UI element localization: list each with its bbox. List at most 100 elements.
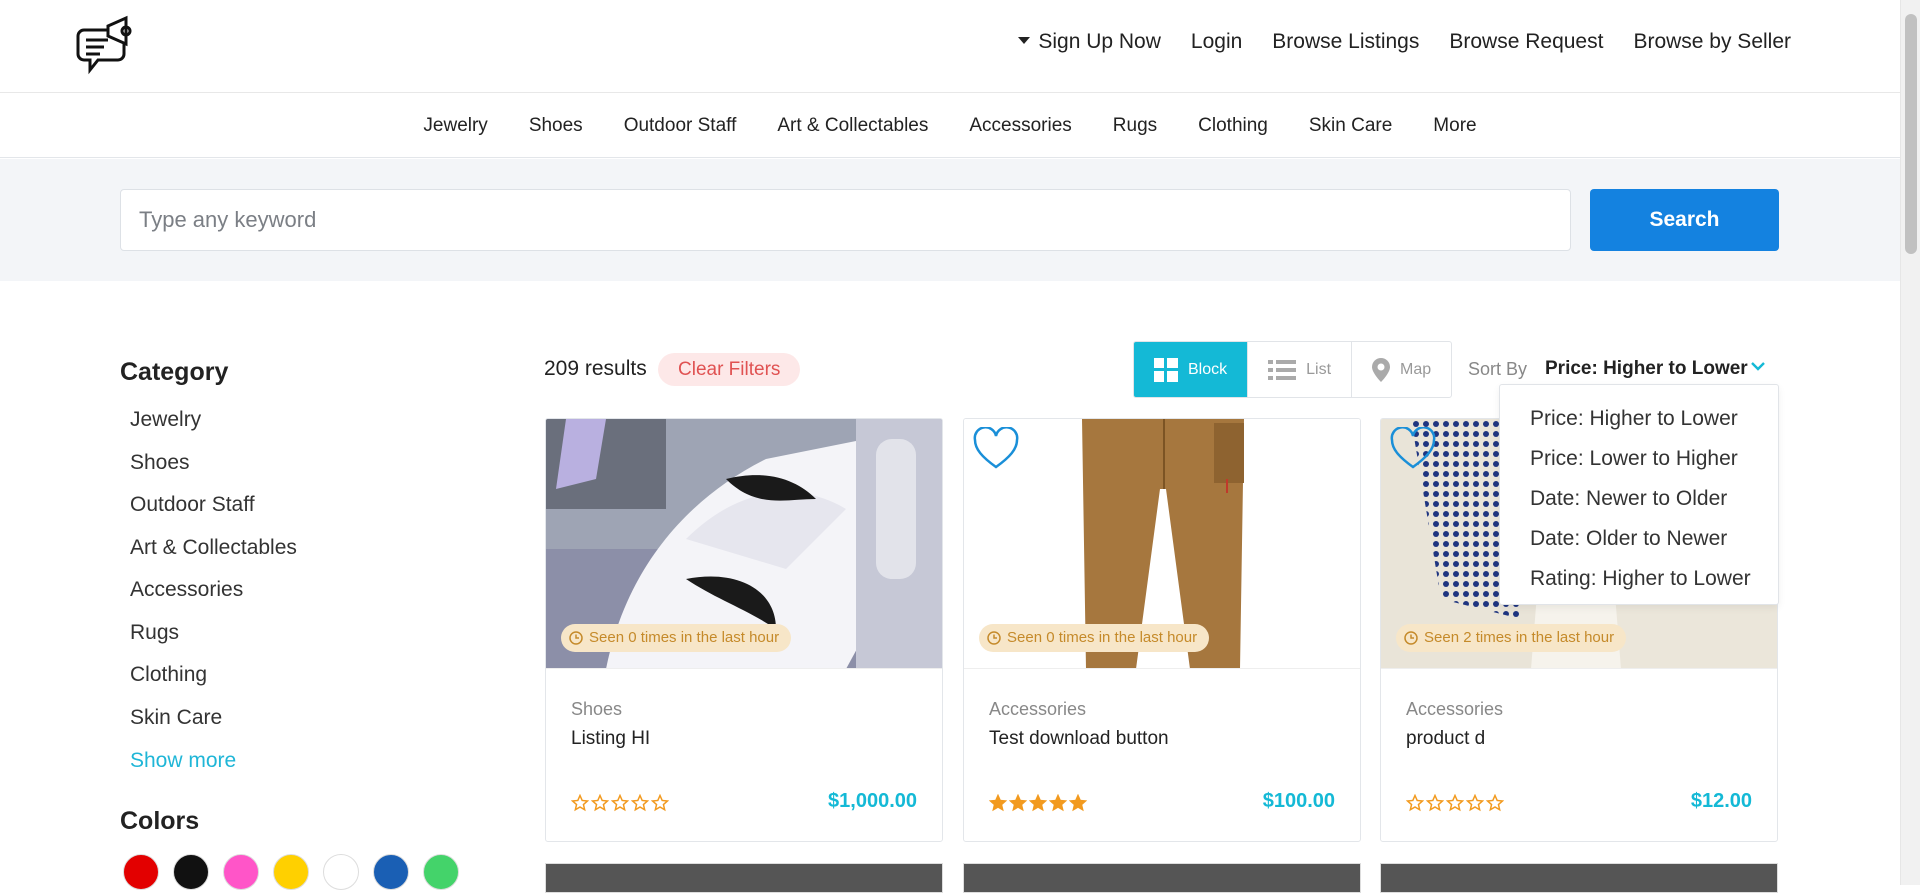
login-link[interactable]: Login xyxy=(1191,30,1242,54)
sort-option-date-old-new[interactable]: Date: Older to Newer xyxy=(1500,519,1778,559)
listing-price: $12.00 xyxy=(1690,790,1752,812)
category-item-rugs[interactable]: Rugs xyxy=(120,612,480,655)
sort-option-price-high-low[interactable]: Price: Higher to Lower xyxy=(1500,399,1778,439)
star-outline-icon xyxy=(1446,794,1464,812)
view-map-label: Map xyxy=(1400,360,1432,378)
caret-down-icon xyxy=(1018,37,1031,44)
category-heading: Category xyxy=(120,358,229,386)
sort-option-rating-high-low[interactable]: Rating: Higher to Lower xyxy=(1500,559,1778,599)
catbar-item-rugs[interactable]: Rugs xyxy=(1113,115,1157,137)
seen-badge: Seen 0 times in the last hour xyxy=(561,624,792,652)
catbar-item-jewelry[interactable]: Jewelry xyxy=(423,115,487,137)
list-icon xyxy=(1268,359,1297,380)
scrollbar-thumb[interactable] xyxy=(1905,14,1917,254)
grid-icon xyxy=(1154,357,1178,382)
listing-category: Accessories xyxy=(1406,699,1504,719)
search-button[interactable]: Search xyxy=(1590,189,1779,251)
browse-listings-link[interactable]: Browse Listings xyxy=(1272,30,1419,54)
listing-title[interactable]: Test download button xyxy=(989,728,1169,750)
category-item-outdoor-staff[interactable]: Outdoor Staff xyxy=(120,484,480,527)
category-list: Jewelry Shoes Outdoor Staff Art & Collec… xyxy=(120,399,480,739)
view-list-button[interactable]: List xyxy=(1248,342,1353,397)
star-outline-icon xyxy=(571,794,589,812)
catbar-item-outdoor-staff[interactable]: Outdoor Staff xyxy=(624,115,737,137)
listing-image[interactable]: Seen 0 times in the last hour xyxy=(546,419,942,669)
star-outline-icon xyxy=(1486,794,1504,812)
star-outline-icon xyxy=(591,794,609,812)
rating-stars xyxy=(989,794,1087,812)
map-pin-icon xyxy=(1372,357,1391,382)
filter-sidebar: Category Jewelry Shoes Outdoor Staff Art… xyxy=(120,358,480,890)
catbar-item-clothing[interactable]: Clothing xyxy=(1198,115,1268,137)
star-outline-icon xyxy=(631,794,649,812)
category-item-art-collectables[interactable]: Art & Collectables xyxy=(120,527,480,570)
clock-icon xyxy=(1404,631,1418,645)
rating-stars xyxy=(571,794,669,812)
listing-image[interactable]: Seen 0 times in the last hour xyxy=(964,419,1360,669)
browse-by-seller-link[interactable]: Browse by Seller xyxy=(1633,30,1791,54)
listing-title[interactable]: product d xyxy=(1406,728,1485,750)
listing-card-partial[interactable] xyxy=(1380,863,1778,893)
chevron-down-icon[interactable] xyxy=(1750,358,1766,374)
category-item-jewelry[interactable]: Jewelry xyxy=(120,399,480,442)
clock-icon xyxy=(987,631,1001,645)
seen-badge: Seen 0 times in the last hour xyxy=(979,624,1210,652)
browse-request-link[interactable]: Browse Request xyxy=(1449,30,1603,54)
view-block-button[interactable]: Block xyxy=(1134,342,1249,397)
star-filled-icon xyxy=(1009,794,1027,812)
star-filled-icon xyxy=(1029,794,1047,812)
star-outline-icon xyxy=(1426,794,1444,812)
page-scrollbar[interactable] xyxy=(1900,0,1920,885)
category-item-skin-care[interactable]: Skin Care xyxy=(120,697,480,740)
view-block-label: Block xyxy=(1188,360,1228,378)
catbar-item-art-collectables[interactable]: Art & Collectables xyxy=(777,115,928,137)
catbar-item-accessories[interactable]: Accessories xyxy=(969,115,1071,137)
category-item-accessories[interactable]: Accessories xyxy=(120,569,480,612)
category-item-clothing[interactable]: Clothing xyxy=(120,654,480,697)
seen-text: Seen 0 times in the last hour xyxy=(589,629,780,646)
view-toggle: Block List Map xyxy=(1133,341,1453,398)
star-outline-icon xyxy=(1466,794,1484,812)
sign-up-label: Sign Up Now xyxy=(1038,30,1161,53)
seen-text: Seen 2 times in the last hour xyxy=(1424,629,1615,646)
listing-price: $100.00 xyxy=(1262,790,1335,812)
favorite-heart-icon[interactable] xyxy=(1389,427,1437,471)
view-map-button[interactable]: Map xyxy=(1352,342,1451,397)
site-header: Sign Up Now Login Browse Listings Browse… xyxy=(0,0,1900,93)
catbar-item-shoes[interactable]: Shoes xyxy=(529,115,583,137)
listing-card[interactable]: Seen 0 times in the last hour Accessorie… xyxy=(963,418,1361,842)
catbar-item-skin-care[interactable]: Skin Care xyxy=(1309,115,1392,137)
keyword-search-input[interactable] xyxy=(120,189,1571,251)
sort-option-date-new-old[interactable]: Date: Newer to Older xyxy=(1500,479,1778,519)
star-outline-icon xyxy=(651,794,669,812)
search-band: Search xyxy=(0,159,1900,281)
clock-icon xyxy=(569,631,583,645)
sort-dropdown-menu: Price: Higher to Lower Price: Lower to H… xyxy=(1499,384,1779,605)
sign-up-dropdown[interactable]: Sign Up Now xyxy=(1018,30,1161,54)
star-filled-icon xyxy=(989,794,1007,812)
sort-select[interactable]: Price: Higher to Lower xyxy=(1545,358,1748,380)
star-outline-icon xyxy=(1406,794,1424,812)
category-bar: Jewelry Shoes Outdoor Staff Art & Collec… xyxy=(0,94,1900,158)
seen-text: Seen 0 times in the last hour xyxy=(1007,629,1198,646)
listing-card-partial[interactable] xyxy=(545,863,943,893)
star-outline-icon xyxy=(611,794,629,812)
catbar-item-more[interactable]: More xyxy=(1433,115,1476,137)
site-logo-icon[interactable] xyxy=(76,14,138,78)
listing-category: Shoes xyxy=(571,699,623,719)
listing-title[interactable]: Listing HI xyxy=(571,728,650,750)
category-item-shoes[interactable]: Shoes xyxy=(120,442,480,485)
sort-by-label: Sort By xyxy=(1468,359,1528,379)
favorite-heart-icon[interactable] xyxy=(972,427,1020,471)
sort-option-price-low-high[interactable]: Price: Lower to Higher xyxy=(1500,439,1778,479)
listing-price: $1,000.00 xyxy=(828,790,917,812)
view-list-label: List xyxy=(1306,360,1332,378)
results-count: 209 results xyxy=(544,357,647,380)
listing-card-partial[interactable] xyxy=(963,863,1361,893)
rating-stars xyxy=(1406,794,1504,812)
star-filled-icon xyxy=(1069,794,1087,812)
top-navigation: Sign Up Now Login Browse Listings Browse… xyxy=(1018,30,1791,54)
clear-filters-button[interactable]: Clear Filters xyxy=(658,353,801,386)
show-more-link[interactable]: Show more xyxy=(120,749,480,773)
listing-card[interactable]: Seen 0 times in the last hour Shoes List… xyxy=(545,418,943,842)
